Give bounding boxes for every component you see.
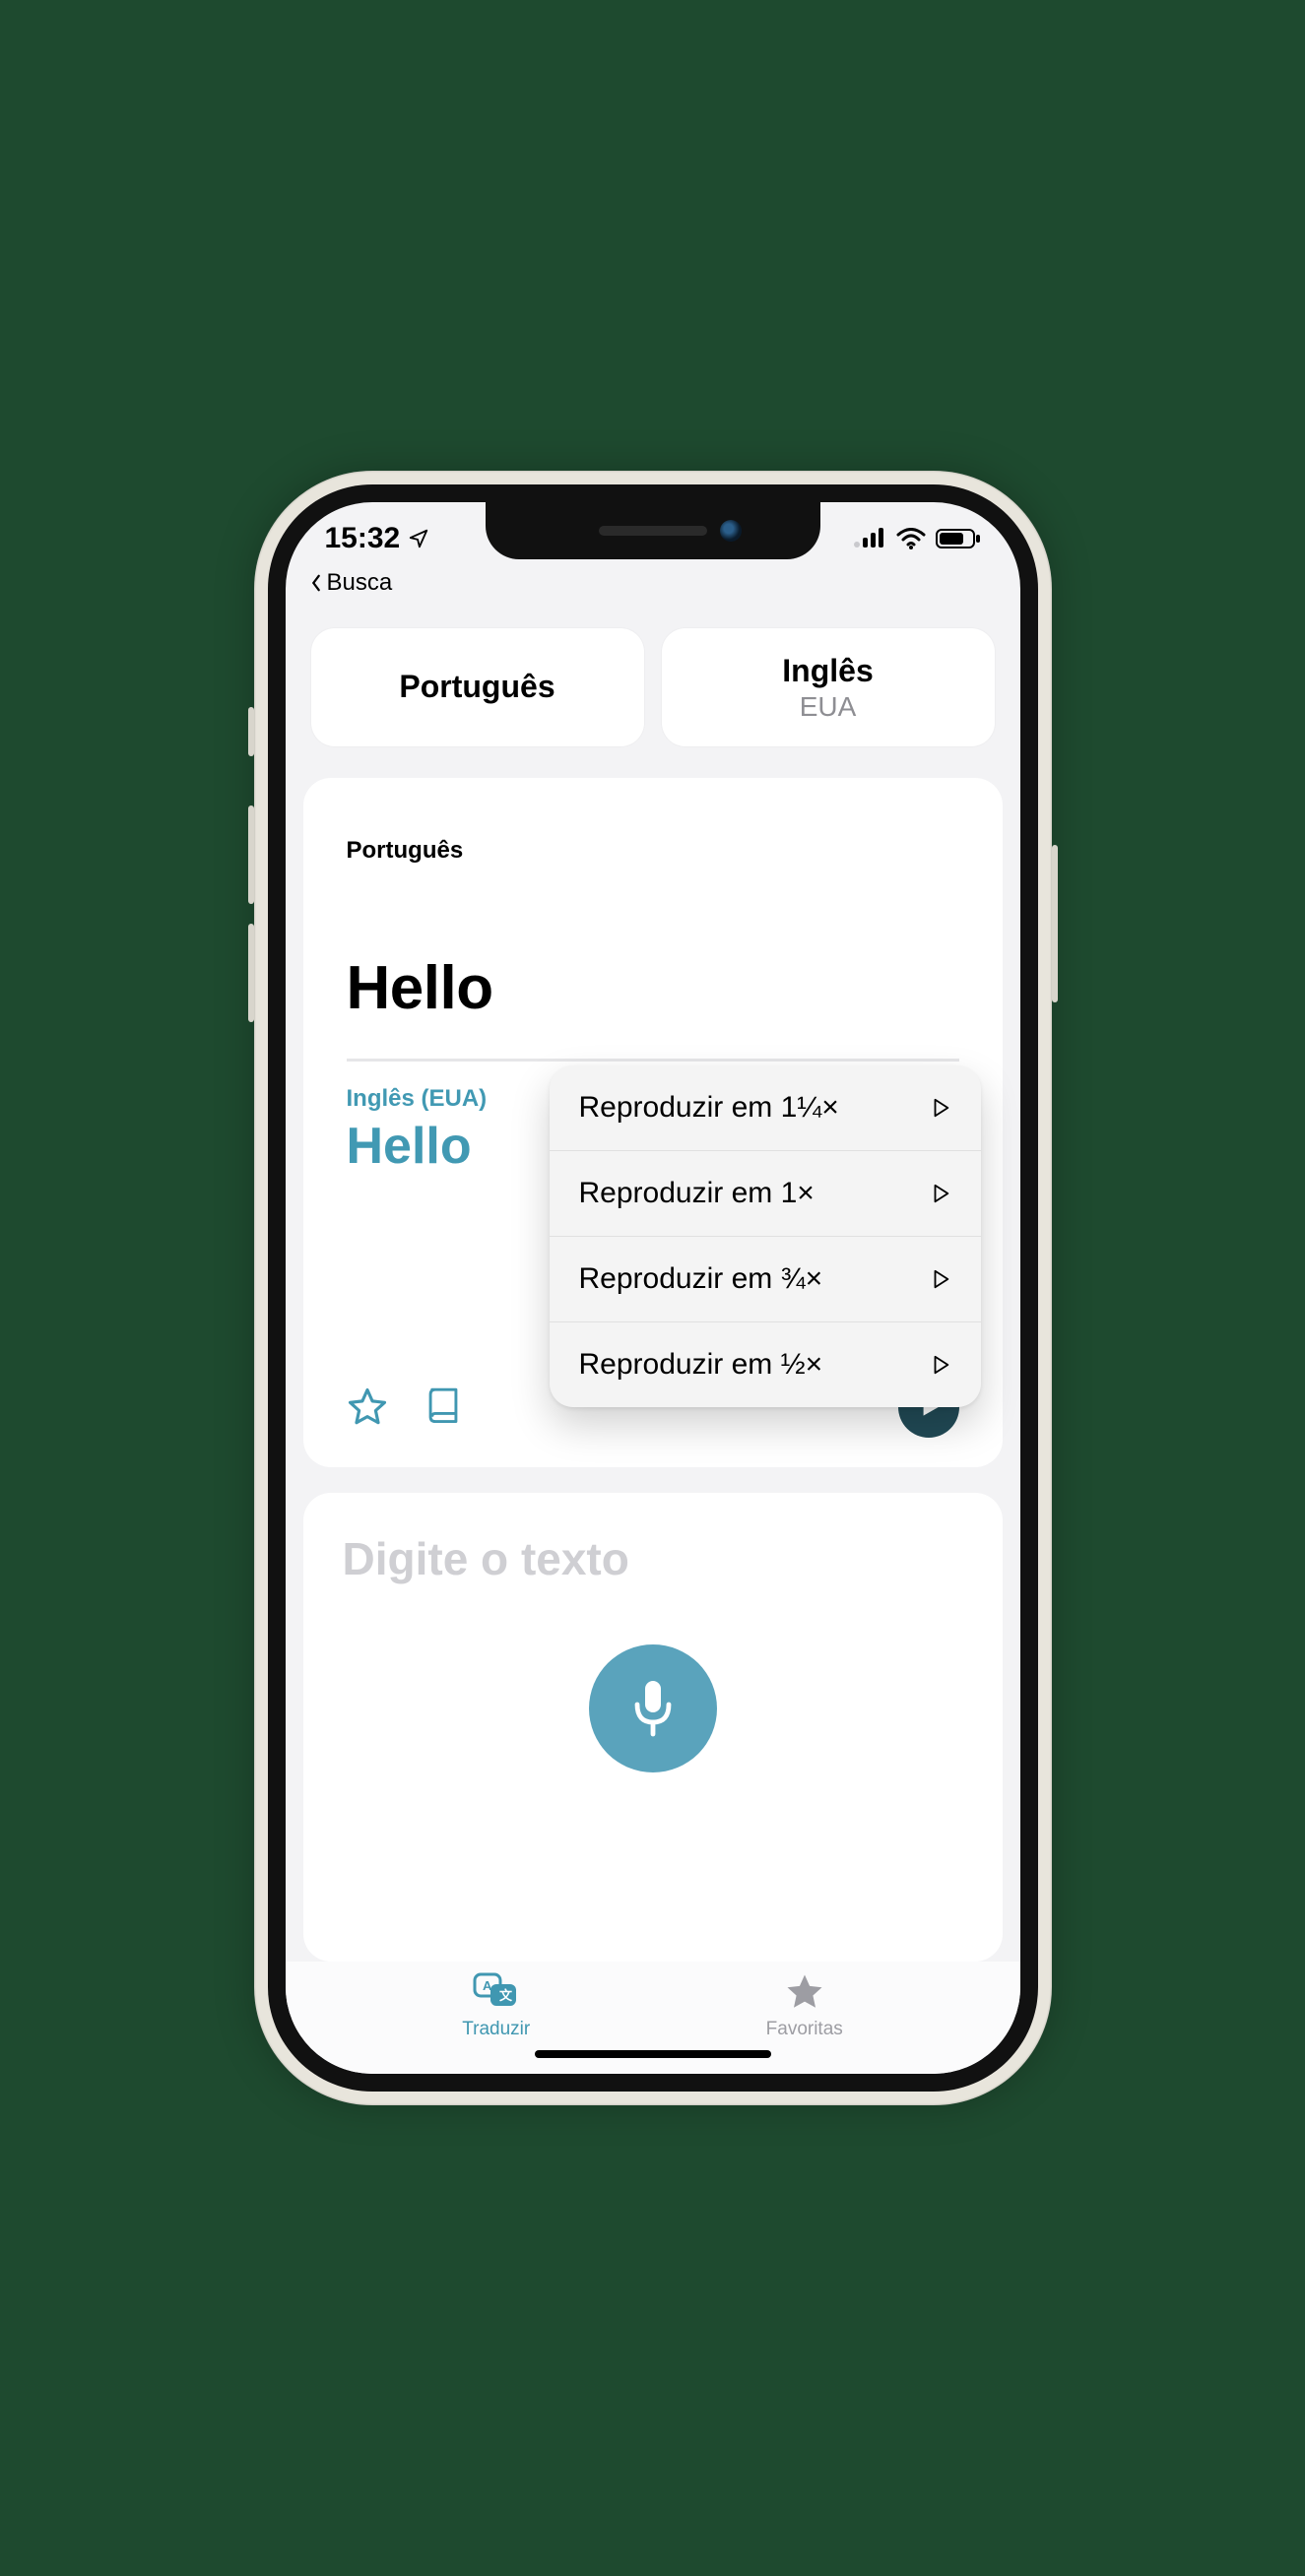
wifi-icon (896, 528, 926, 549)
svg-text:A: A (483, 1978, 492, 1993)
playback-speed-menu: Reproduzir em 1¼× Reproduzir em 1× Repro… (550, 1065, 981, 1407)
volume-down-button[interactable] (248, 924, 254, 1022)
device-frame: 15:32 (254, 471, 1052, 2105)
book-icon (424, 1386, 463, 1428)
favorite-button[interactable] (347, 1386, 388, 1428)
speed-option-label: Reproduzir em ½× (579, 1348, 823, 1382)
volume-up-button[interactable] (248, 805, 254, 904)
tab-translate-label: Traduzir (462, 2019, 530, 2040)
tab-translate[interactable]: A 文 Traduzir (462, 1971, 530, 2040)
source-lang-heading: Português (347, 837, 959, 865)
source-language-pill[interactable]: Português (311, 628, 644, 746)
status-right (853, 528, 981, 549)
location-icon (408, 528, 429, 549)
battery-icon (936, 528, 981, 549)
speed-option-label: Reproduzir em 1¼× (579, 1091, 839, 1125)
dictionary-button[interactable] (424, 1386, 463, 1428)
breadcrumb-back-label: Busca (327, 569, 393, 597)
microphone-button[interactable] (589, 1644, 717, 1772)
speaker-grille (599, 526, 707, 536)
speed-option-1[interactable]: Reproduzir em 1¼× (550, 1065, 981, 1151)
front-camera (720, 520, 742, 542)
card-divider (347, 1059, 959, 1062)
chevron-left-icon (307, 574, 325, 592)
tab-bar: A 文 Traduzir Favoritas (286, 1962, 1020, 2044)
home-indicator[interactable] (535, 2050, 771, 2058)
star-icon (781, 1971, 828, 2013)
target-language-pill[interactable]: Inglês EUA (662, 628, 995, 746)
source-text[interactable]: Hello (347, 953, 959, 1023)
translation-card: Português Hello Inglês (EUA) Hello (303, 778, 1003, 1467)
target-language-label: Inglês (782, 653, 873, 689)
speed-option-4[interactable]: Reproduzir em ½× (550, 1322, 981, 1407)
speed-option-label: Reproduzir em ¾× (579, 1262, 823, 1296)
play-icon (930, 1096, 951, 1120)
play-icon (930, 1353, 951, 1377)
notch (486, 502, 820, 559)
speed-option-3[interactable]: Reproduzir em ¾× (550, 1237, 981, 1322)
tab-favorites[interactable]: Favoritas (766, 1971, 843, 2040)
screen: 15:32 (286, 502, 1020, 2074)
source-language-label: Português (399, 669, 555, 705)
power-button[interactable] (1052, 845, 1058, 1002)
speed-option-2[interactable]: Reproduzir em 1× (550, 1151, 981, 1237)
home-indicator-area (286, 2044, 1020, 2074)
language-selector-row: Português Inglês EUA (286, 599, 1020, 746)
target-language-sublabel: EUA (800, 691, 857, 723)
speed-option-label: Reproduzir em 1× (579, 1177, 815, 1210)
status-left: 15:32 (325, 522, 430, 555)
input-card: Digite o texto (303, 1493, 1003, 1962)
tab-favorites-label: Favoritas (766, 2019, 843, 2040)
play-icon (930, 1267, 951, 1291)
star-icon (347, 1386, 388, 1428)
device-bezel: 15:32 (268, 484, 1038, 2092)
cellular-icon (853, 528, 886, 549)
translate-icon: A 文 (473, 1971, 520, 2013)
breadcrumb-back[interactable]: Busca (286, 561, 1020, 599)
microphone-icon (627, 1679, 679, 1738)
silence-switch[interactable] (248, 707, 254, 756)
text-input[interactable]: Digite o texto (343, 1532, 629, 1585)
play-icon (930, 1182, 951, 1205)
status-time: 15:32 (325, 522, 401, 555)
svg-text:文: 文 (499, 1988, 513, 2003)
